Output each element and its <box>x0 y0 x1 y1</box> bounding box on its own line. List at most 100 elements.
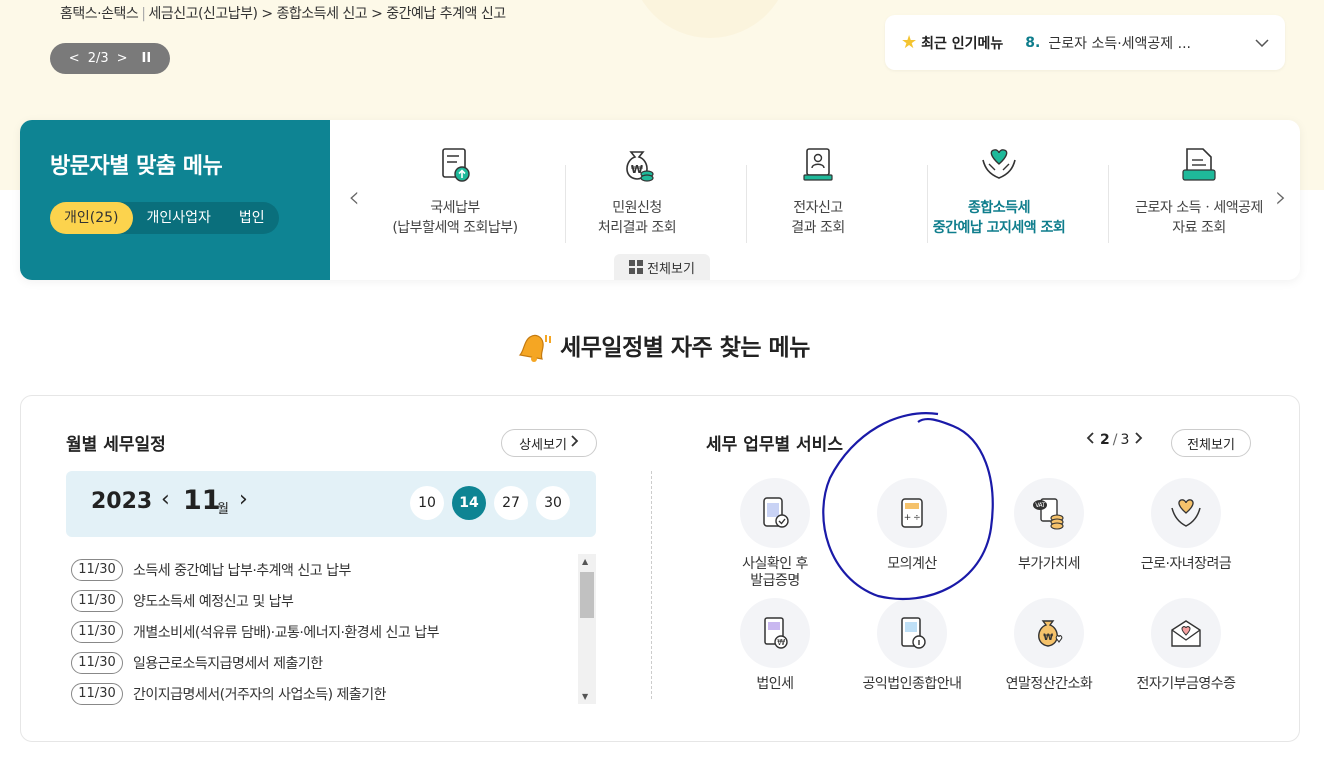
event-text: 간이지급명세서(거주자의 사업소득) 제출기한 <box>133 686 387 703</box>
visitor-prev-arrow[interactable]: ‹ <box>348 180 360 215</box>
star-icon: ★ <box>901 32 918 53</box>
services-page-sep: / <box>1112 432 1118 448</box>
event-text: 개별소비세(석유류 담배)·교통·에너지·환경세 신고 납부 <box>133 624 439 641</box>
popular-item-text[interactable]: 근로자 소득·세액공제 ... <box>1048 33 1218 53</box>
visitor-item-label-2: 처리결과 조회 <box>597 220 677 236</box>
public-info-icon <box>877 598 947 668</box>
visitor-item-label-2: 중간예납 고지세액 조회 <box>932 220 1066 236</box>
visitor-item-e-filing[interactable]: 전자신고 결과 조회 <box>728 146 908 246</box>
calendar-day[interactable]: 30 <box>536 486 570 520</box>
section-title-text: 세무일정별 자주 찾는 메뉴 <box>560 335 810 361</box>
event-date: 11/30 <box>71 651 123 674</box>
slide-counter: 2/3 <box>87 51 109 66</box>
event-scrollbar[interactable]: ▲ ▼ <box>578 554 596 704</box>
service-label: 부가가치세 <box>1018 556 1080 572</box>
slide-pause-button[interactable]: II <box>142 51 152 66</box>
month-prev-button[interactable]: ‹ <box>161 487 170 512</box>
visitor-item-label-1: 종합소득세 <box>968 200 1030 216</box>
bell-icon <box>514 329 552 369</box>
service-label: 모의계산 <box>887 556 937 572</box>
slide-prev-button[interactable]: < <box>69 51 80 66</box>
chevron-right-icon <box>571 435 579 451</box>
event-item[interactable]: 11/30 개별소비세(석유류 담배)·교통·에너지·환경세 신고 납부 <box>71 616 581 647</box>
service-label: 근로·자녀장려금 <box>1140 556 1232 572</box>
service-e-donation-receipt[interactable]: 전자기부금영수증 <box>1116 598 1256 693</box>
event-item[interactable]: 11/30 양도소득세 예정신고 및 납부 <box>71 585 581 616</box>
calendar-day-selected[interactable]: 14 <box>452 486 486 520</box>
tab-corporation[interactable]: 법인 <box>225 202 279 234</box>
event-date: 11/30 <box>71 589 123 612</box>
services-title: 세무 업무별 서비스 <box>706 435 843 455</box>
service-fact-certificate[interactable]: 사실확인 후 발급증명 <box>705 478 845 590</box>
event-item[interactable]: 11/30 소득세 중간예납 납부·추계액 신고 납부 <box>71 554 581 585</box>
popular-title: 최근 인기메뉴 <box>921 35 1004 52</box>
svg-text:VAT: VAT <box>1035 502 1045 509</box>
money-bag-icon: ₩ <box>617 146 657 184</box>
svg-text:+ ÷: + ÷ <box>904 513 920 523</box>
donation-envelope-icon <box>1151 598 1221 668</box>
scroll-thumb[interactable] <box>580 572 594 618</box>
calendar-day[interactable]: 10 <box>410 486 444 520</box>
slide-next-button[interactable]: > <box>117 51 128 66</box>
phone-certificate-icon <box>740 478 810 548</box>
visitor-item-label-2: (납부할세액 조회납부) <box>392 220 518 236</box>
detail-view-label: 상세보기 <box>519 437 567 453</box>
service-label: 발급증명 <box>750 573 800 589</box>
scroll-down-icon[interactable]: ▼ <box>582 692 588 701</box>
visitor-menu-title: 방문자별 맞춤 메뉴 <box>50 154 223 179</box>
services-next-button[interactable] <box>1135 432 1143 448</box>
divider <box>651 471 652 699</box>
service-public-corporation[interactable]: 공익법인종합안내 <box>842 598 982 693</box>
service-corporate-tax[interactable]: ₩ 법인세 <box>705 598 845 693</box>
chevron-down-icon[interactable] <box>1255 36 1269 50</box>
visitor-item-label-1: 전자신고 <box>793 200 843 216</box>
detail-view-button[interactable]: 상세보기 <box>501 429 597 457</box>
services-page-current: 2 <box>1100 432 1110 448</box>
grid-icon <box>629 260 644 274</box>
visitor-item-civil-request[interactable]: ₩ 민원신청 처리결과 조회 <box>547 146 727 246</box>
service-year-end-settlement[interactable]: ₩ 연말정산간소화 <box>979 598 1119 693</box>
section-title: 세무일정별 자주 찾는 메뉴 <box>0 328 1324 369</box>
event-text: 일용근로소득지급명세서 제출기한 <box>133 655 323 672</box>
service-label: 사실확인 후 <box>742 556 808 572</box>
breadcrumb: 홈택스·손택스 | 세금신고(신고납부) > 종합소득세 신고 > 중간예납 추계액… <box>60 3 506 23</box>
svg-text:₩: ₩ <box>777 638 785 647</box>
event-date: 11/30 <box>71 620 123 643</box>
slide-controller: < 2/3 > II <box>50 43 170 74</box>
visitor-item-label-1: 국세납부 <box>430 200 480 216</box>
see-all-label: 전체보기 <box>647 261 695 277</box>
popular-rank: 8. <box>1025 34 1041 51</box>
visitor-item-label-2: 결과 조회 <box>791 220 845 236</box>
event-text: 양도소득세 예정신고 및 납부 <box>133 593 294 610</box>
event-item[interactable]: 11/30 간이지급명세서(거주자의 사업소득) 제출기한 <box>71 678 581 709</box>
visitor-item-label-1: 민원신청 <box>612 200 662 216</box>
event-date: 11/30 <box>71 558 123 581</box>
visitor-item-tax-payment[interactable]: 국세납부 (납부할세액 조회납부) <box>365 146 545 246</box>
popular-menu-dropdown[interactable]: ★ 최근 인기메뉴 8. 근로자 소득·세액공제 ... <box>885 15 1285 70</box>
calendar-day[interactable]: 27 <box>494 486 528 520</box>
services-prev-button[interactable] <box>1086 432 1094 448</box>
visitor-item-label-1: 근로자 소득ㆍ세액공제 <box>1135 200 1263 216</box>
event-item[interactable]: 11/30 일용근로소득지급명세서 제출기한 <box>71 647 581 678</box>
breadcrumb-home[interactable]: 홈택스·손택스 <box>60 6 139 22</box>
service-worker-child-incentive[interactable]: 근로·자녀장려금 <box>1116 478 1256 573</box>
see-all-button[interactable]: 전체보기 <box>614 254 710 280</box>
visitor-next-arrow[interactable]: › <box>1275 180 1287 215</box>
tab-individual[interactable]: 개인(25) <box>50 202 133 234</box>
tax-payment-icon <box>435 146 475 184</box>
calendar-bar: 2023 ‹ 11 월 › 10 14 27 30 <box>66 471 596 537</box>
visitor-menu-header: 방문자별 맞춤 메뉴 개인(25) 개인사업자 법인 <box>20 120 330 280</box>
services-pager: 2 / 3 <box>1086 432 1143 448</box>
breadcrumb-separator: | <box>141 6 146 22</box>
tab-sole-proprietor[interactable]: 개인사업자 <box>133 202 225 234</box>
services-see-all-button[interactable]: 전체보기 <box>1171 429 1251 457</box>
breadcrumb-path[interactable]: 세금신고(신고납부) > 종합소득세 신고 > 중간예납 추계액 신고 <box>148 6 506 22</box>
scroll-up-icon[interactable]: ▲ <box>582 557 588 566</box>
service-vat[interactable]: VAT 부가가치세 <box>979 478 1119 573</box>
monthly-title: 월별 세무일정 <box>66 435 166 455</box>
document-icon <box>1179 146 1219 184</box>
visitor-item-income-tax-interim[interactable]: 종합소득세 중간예납 고지세액 조회 <box>909 146 1089 246</box>
service-mock-calculation[interactable]: + ÷ 모의계산 <box>842 478 982 573</box>
visitor-item-worker-deduction[interactable]: 근로자 소득ㆍ세액공제 자료 조회 <box>1108 146 1290 246</box>
month-next-button[interactable]: › <box>239 487 248 512</box>
